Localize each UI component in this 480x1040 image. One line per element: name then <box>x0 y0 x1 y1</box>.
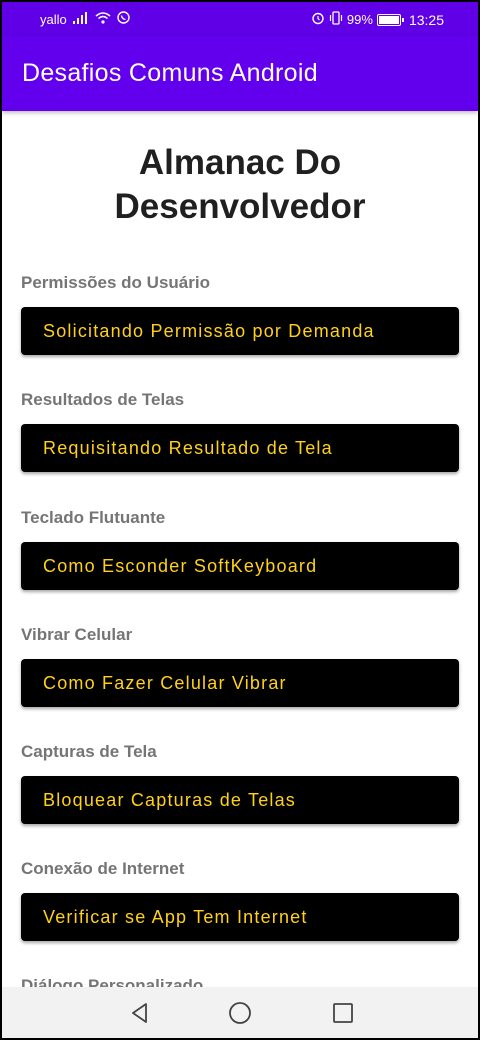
alarm-icon <box>311 11 325 28</box>
battery-percent: 99% <box>346 12 373 27</box>
carrier-label: yallo <box>40 11 67 27</box>
battery-fill <box>378 15 399 24</box>
section-permissions: Permissões do Usuário Solicitando Permis… <box>21 271 459 355</box>
vibrate-icon <box>329 11 343 28</box>
page-title-line-1: Almanac Do <box>138 143 342 182</box>
section-label: Conexão de Internet <box>21 859 185 878</box>
check-internet-button[interactable]: Verificar se App Tem Internet <box>21 893 459 941</box>
section-label: Vibrar Celular <box>21 625 133 644</box>
signal-icon <box>72 11 89 27</box>
app-title: Desafios Comuns Android <box>22 59 318 87</box>
back-icon[interactable] <box>128 1001 152 1025</box>
battery-icon <box>376 13 404 26</box>
block-screenshots-button[interactable]: Bloquear Capturas de Telas <box>21 776 459 824</box>
section-label: Permissões do Usuário <box>21 273 210 292</box>
recents-icon[interactable] <box>331 1001 355 1025</box>
app-bar: Desafios Comuns Android <box>2 36 478 111</box>
section-label: Teclado Flutuante <box>21 508 166 527</box>
main-content[interactable]: Almanac Do Desenvolvedor Permissões do U… <box>2 111 478 987</box>
section-internet: Conexão de Internet Verificar se App Tem… <box>21 857 459 941</box>
section-screenshots: Capturas de Tela Bloquear Capturas de Te… <box>21 740 459 824</box>
status-bar: yallo 99% 13:25 <box>2 2 478 36</box>
whatsapp-icon <box>117 11 130 27</box>
request-permission-button[interactable]: Solicitando Permissão por Demanda <box>21 307 459 355</box>
hide-keyboard-button[interactable]: Como Esconder SoftKeyboard <box>21 542 459 590</box>
section-custom-dialog: Diálogo Personalizado <box>21 974 459 987</box>
page-title: Almanac Do Desenvolvedor <box>2 141 478 229</box>
page-title-line-2: Desenvolvedor <box>114 187 366 226</box>
phone-screen: yallo 99% 13:25 Desafios Comuns Android … <box>0 0 480 1040</box>
section-label: Capturas de Tela <box>21 742 157 761</box>
wifi-icon <box>95 11 111 27</box>
section-screen-results: Resultados de Telas Requisitando Resulta… <box>21 388 459 472</box>
vibrate-phone-button[interactable]: Como Fazer Celular Vibrar <box>21 659 459 707</box>
section-keyboard: Teclado Flutuante Como Esconder SoftKeyb… <box>21 506 459 590</box>
home-icon[interactable] <box>228 1001 252 1025</box>
request-screen-result-button[interactable]: Requisitando Resultado de Tela <box>21 424 459 472</box>
section-label: Diálogo Personalizado <box>21 976 204 987</box>
navigation-bar <box>2 987 478 1038</box>
clock: 13:25 <box>408 11 444 28</box>
section-label: Resultados de Telas <box>21 390 185 409</box>
section-vibrate: Vibrar Celular Como Fazer Celular Vibrar <box>21 623 459 707</box>
